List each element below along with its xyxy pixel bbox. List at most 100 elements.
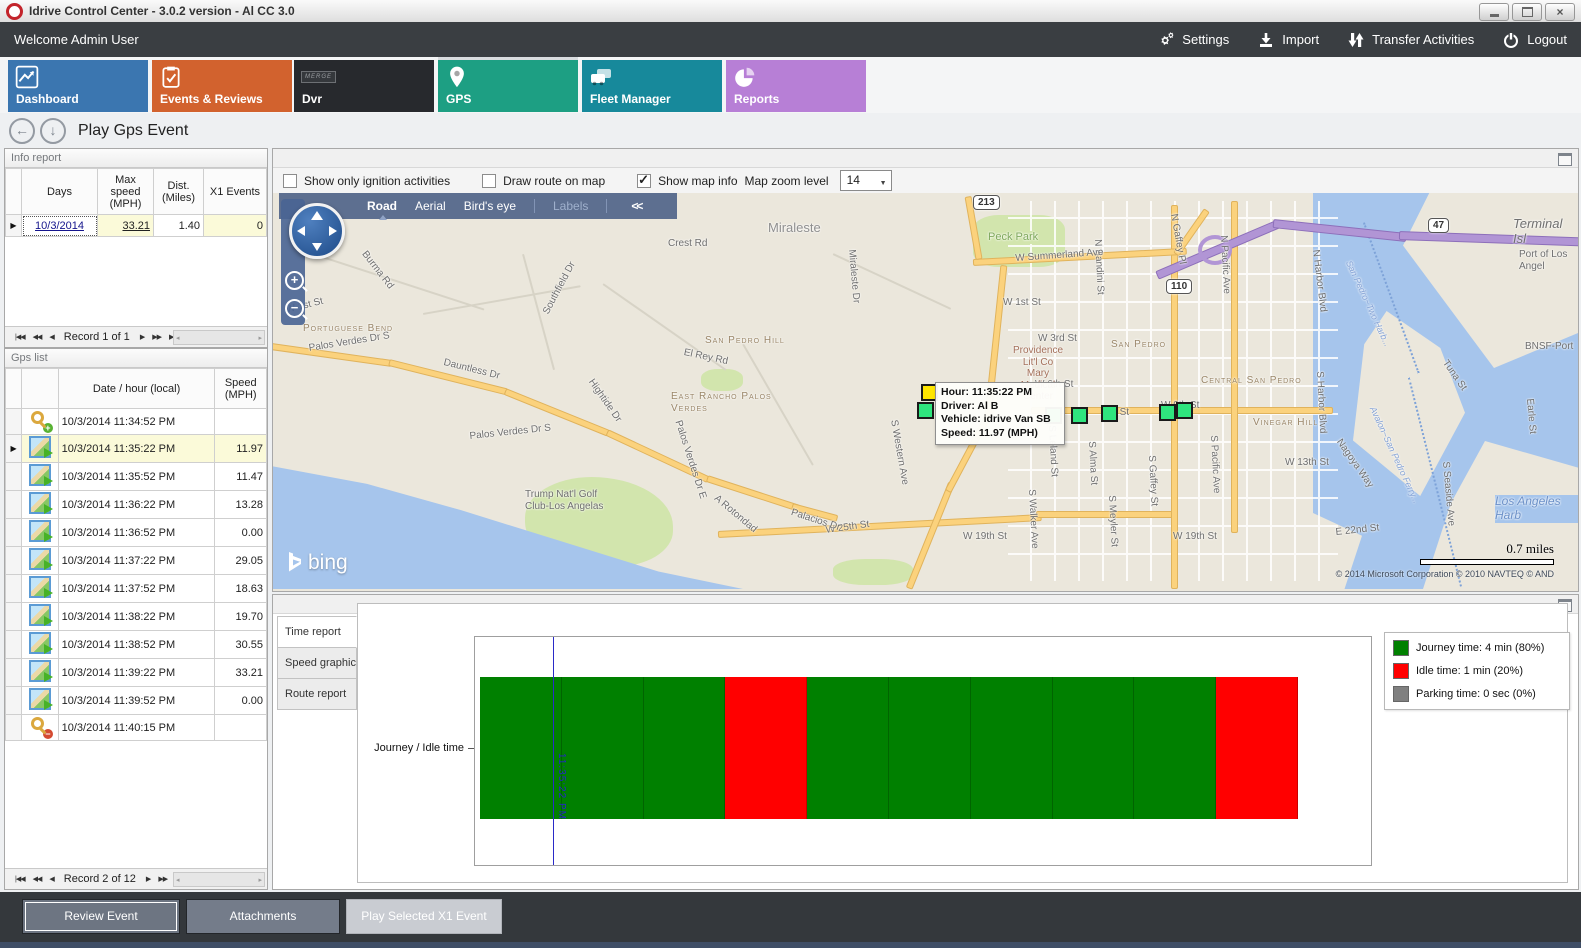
- col-datetime[interactable]: Date / hour (local): [58, 369, 215, 409]
- tab-speed-graphic[interactable]: Speed graphic: [277, 647, 357, 679]
- pager-record-text: Record 2 of 12: [64, 873, 136, 885]
- map-label: Terminal Isl: [1513, 217, 1578, 247]
- gps-list-row[interactable]: ▶10/3/2014 11:35:22 PM11.97: [6, 435, 267, 463]
- gps-datetime[interactable]: 10/3/2014 11:38:22 PM: [58, 603, 215, 631]
- import-button[interactable]: Import: [1257, 31, 1319, 49]
- pager-prev-page-button[interactable]: [33, 333, 42, 341]
- tab-reports[interactable]: Reports: [726, 60, 866, 112]
- gps-list-row[interactable]: +10/3/2014 11:34:52 PM: [6, 409, 267, 435]
- gps-datetime[interactable]: 10/3/2014 11:34:52 PM: [58, 409, 215, 435]
- days-link[interactable]: 10/3/2014: [35, 220, 84, 232]
- gps-list-row[interactable]: 10/3/2014 11:37:22 PM29.05: [6, 547, 267, 575]
- gps-list-row[interactable]: 10/3/2014 11:39:52 PM0.00: [6, 687, 267, 715]
- legend-swatch-icon: [1393, 663, 1409, 679]
- map-compass-control[interactable]: [289, 203, 345, 259]
- gps-datetime[interactable]: 10/3/2014 11:35:22 PM: [58, 435, 215, 463]
- gps-datetime[interactable]: 10/3/2014 11:37:22 PM: [58, 547, 215, 575]
- gps-list-row[interactable]: −10/3/2014 11:40:15 PM: [6, 715, 267, 741]
- gps-list-row[interactable]: 10/3/2014 11:38:52 PM30.55: [6, 631, 267, 659]
- pager-first-button[interactable]: [15, 875, 25, 883]
- clipboard-icon: [159, 65, 183, 89]
- gps-datetime[interactable]: 10/3/2014 11:40:15 PM: [58, 715, 215, 741]
- col-max-speed[interactable]: Max speed (MPH): [98, 169, 154, 215]
- map-maximize-icon[interactable]: [1558, 153, 1572, 166]
- navbar-collapse-button[interactable]: <<: [631, 199, 641, 213]
- map-style-aerial[interactable]: Aerial: [415, 199, 446, 213]
- gps-datetime[interactable]: 10/3/2014 11:37:52 PM: [58, 575, 215, 603]
- gps-list-row[interactable]: 10/3/2014 11:38:22 PM19.70: [6, 603, 267, 631]
- show-only-ignition-checkbox[interactable]: [283, 174, 297, 188]
- col-speed[interactable]: Speed (MPH): [215, 369, 267, 409]
- gps-datetime[interactable]: 10/3/2014 11:36:22 PM: [58, 491, 215, 519]
- tab-route-report[interactable]: Route report: [277, 678, 357, 710]
- gps-datetime[interactable]: 10/3/2014 11:35:52 PM: [58, 463, 215, 491]
- pager-next-button[interactable]: [146, 875, 150, 883]
- play-selected-x1-event-button[interactable]: Play Selected X1 Event: [346, 899, 502, 934]
- pager-scrollbar[interactable]: ◂▸: [173, 872, 265, 887]
- gps-list-row[interactable]: 10/3/2014 11:36:52 PM0.00: [6, 519, 267, 547]
- gps-point-icon: [29, 492, 51, 514]
- dist-value: 1.40: [154, 215, 204, 237]
- pager-next-page-button[interactable]: [152, 333, 161, 341]
- collapse-button[interactable]: ↓: [40, 118, 66, 144]
- gps-datetime[interactable]: 10/3/2014 11:38:52 PM: [58, 631, 215, 659]
- tab-gps[interactable]: GPS: [438, 60, 578, 112]
- transfer-activities-button[interactable]: Transfer Activities: [1347, 31, 1474, 49]
- route-marker-gps[interactable]: [1071, 407, 1088, 424]
- col-x1-events[interactable]: X1 Events: [204, 169, 267, 215]
- zoom-out-button[interactable]: −: [285, 299, 304, 318]
- col-dist[interactable]: Dist. (Miles): [154, 169, 204, 215]
- map-style-birdseye[interactable]: Bird's eye: [464, 199, 516, 213]
- bing-b-icon: [287, 552, 303, 574]
- pager-first-button[interactable]: [15, 333, 25, 341]
- pager-prev-button[interactable]: [49, 875, 53, 883]
- maximize-button[interactable]: [1512, 3, 1542, 21]
- route-marker-gps[interactable]: [1159, 404, 1176, 421]
- route-marker-gps[interactable]: [917, 402, 934, 419]
- gps-datetime[interactable]: 10/3/2014 11:39:52 PM: [58, 687, 215, 715]
- journey-idle-bar: [480, 677, 1298, 819]
- gps-speed: [215, 409, 267, 435]
- settings-button[interactable]: Settings: [1155, 31, 1229, 49]
- pager-prev-page-button[interactable]: [33, 875, 42, 883]
- review-event-button[interactable]: Review Event: [22, 899, 180, 934]
- pager-next-page-button[interactable]: [158, 875, 167, 883]
- minimize-button[interactable]: [1479, 3, 1509, 21]
- col-days[interactable]: Days: [22, 169, 98, 215]
- tab-dashboard[interactable]: Dashboard: [8, 60, 148, 112]
- route-marker-gps[interactable]: [1176, 402, 1193, 419]
- route-marker-gps[interactable]: [1101, 405, 1118, 422]
- attachments-button[interactable]: Attachments: [186, 899, 340, 934]
- max-speed-link[interactable]: 33.21: [122, 220, 150, 232]
- gps-list-row[interactable]: 10/3/2014 11:37:52 PM18.63: [6, 575, 267, 603]
- tab-time-report[interactable]: Time report: [277, 616, 357, 648]
- close-button[interactable]: ×: [1545, 3, 1575, 21]
- gps-list-row[interactable]: 10/3/2014 11:36:22 PM13.28: [6, 491, 267, 519]
- pager-next-button[interactable]: [140, 333, 144, 341]
- back-button[interactable]: ←: [9, 118, 35, 144]
- x1-events-value: 0: [204, 215, 267, 237]
- tab-fleet-manager[interactable]: Fleet Manager: [582, 60, 722, 112]
- gps-list-row[interactable]: 10/3/2014 11:39:22 PM33.21: [6, 659, 267, 687]
- show-map-info-checkbox[interactable]: [637, 174, 651, 188]
- gps-speed: 0.00: [215, 687, 267, 715]
- gps-point-icon: [29, 520, 51, 542]
- tab-events-reviews[interactable]: Events & Reviews: [152, 60, 292, 112]
- timeline-segment-journey: [807, 677, 889, 819]
- map-style-road[interactable]: Road: [367, 199, 397, 213]
- gps-datetime[interactable]: 10/3/2014 11:39:22 PM: [58, 659, 215, 687]
- time-cursor-line[interactable]: [553, 637, 554, 865]
- zoom-in-button[interactable]: +: [285, 271, 304, 290]
- bing-map[interactable]: MiralesteMiraleste DrCrest RdBurma RdSou…: [273, 193, 1578, 591]
- gps-datetime[interactable]: 10/3/2014 11:36:52 PM: [58, 519, 215, 547]
- logout-button[interactable]: Logout: [1502, 31, 1567, 49]
- tab-dvr[interactable]: MERGE Dvr: [294, 60, 434, 112]
- info-report-row[interactable]: ▶ 10/3/2014 33.21 1.40 0: [6, 215, 267, 237]
- draw-route-checkbox[interactable]: [482, 174, 496, 188]
- map-zoom-select[interactable]: 14: [840, 170, 892, 191]
- pager-scrollbar[interactable]: ◂▸: [173, 330, 265, 345]
- gps-speed: 30.55: [215, 631, 267, 659]
- pager-prev-button[interactable]: [49, 333, 53, 341]
- map-style-labels[interactable]: Labels: [553, 199, 588, 213]
- gps-list-row[interactable]: 10/3/2014 11:35:52 PM11.47: [6, 463, 267, 491]
